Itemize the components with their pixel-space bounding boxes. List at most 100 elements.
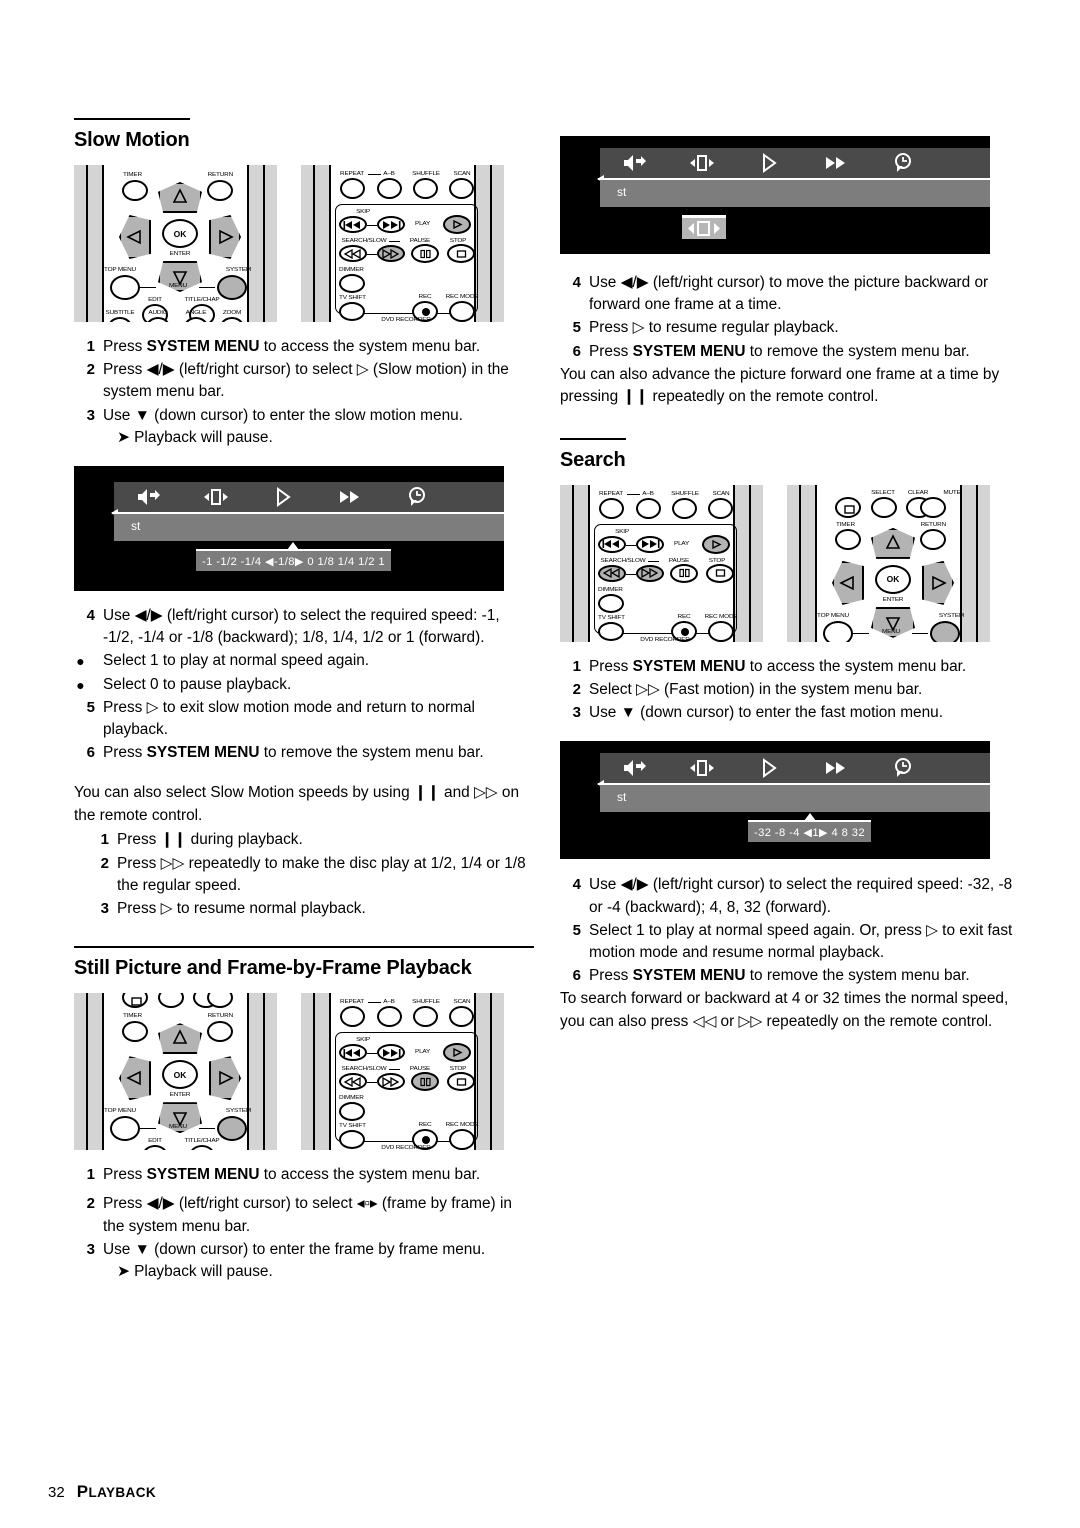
- button-ok[interactable]: OK: [875, 564, 911, 594]
- button-rec-mode[interactable]: [449, 301, 475, 322]
- list-item: 1 Press ❙❙ during playback.: [74, 829, 534, 851]
- button-system[interactable]: [217, 1116, 247, 1142]
- button-select[interactable]: [871, 496, 897, 518]
- button-skip-back[interactable]: [339, 216, 367, 233]
- button-scan[interactable]: [449, 178, 474, 199]
- button-top-menu[interactable]: [110, 1116, 140, 1142]
- frame-by-frame-icon[interactable]: [203, 486, 229, 508]
- button-timer[interactable]: [835, 528, 861, 550]
- button-title-chap[interactable]: [189, 1145, 215, 1151]
- button-dimmer[interactable]: [598, 593, 624, 613]
- button-subtitle[interactable]: [108, 317, 132, 322]
- step-bullet: ●: [76, 676, 85, 693]
- button-repeat[interactable]: [340, 1006, 365, 1028]
- fast-motion-icon[interactable]: [823, 757, 849, 779]
- button-search-back[interactable]: [598, 564, 626, 582]
- time-search-icon[interactable]: [890, 757, 916, 779]
- button-timer[interactable]: [122, 1021, 148, 1043]
- button-standby[interactable]: [122, 993, 148, 1009]
- button-shuffle[interactable]: [413, 1006, 438, 1028]
- button-cursor-left[interactable]: [119, 1056, 151, 1101]
- step-text: Select 0 to pause playback.: [103, 675, 292, 693]
- button-tv-shift[interactable]: [598, 621, 624, 641]
- label-title-chap: TITLE/CHAP: [184, 296, 220, 303]
- audio-icon[interactable]: [136, 486, 162, 508]
- button-pause[interactable]: [670, 563, 698, 583]
- button-return[interactable]: [920, 528, 946, 550]
- button-shuffle[interactable]: [672, 497, 697, 519]
- button-cursor-right[interactable]: [209, 215, 241, 259]
- fast-motion-icon[interactable]: [337, 486, 363, 508]
- button-select[interactable]: [158, 993, 184, 1009]
- button-skip-fwd[interactable]: [377, 216, 405, 233]
- button-tv-shift[interactable]: [339, 302, 365, 321]
- button-ab[interactable]: [636, 497, 661, 519]
- frame-by-frame-icon[interactable]: [689, 152, 715, 174]
- label-rec-mode: REC MODE: [445, 293, 479, 300]
- button-scan[interactable]: [708, 497, 733, 519]
- button-ab[interactable]: [377, 1006, 402, 1028]
- button-cursor-up[interactable]: [158, 182, 202, 213]
- button-pause[interactable]: [411, 244, 439, 263]
- slow-motion-icon[interactable]: [270, 486, 296, 508]
- button-cursor-left[interactable]: [832, 560, 864, 605]
- button-cursor-up[interactable]: [158, 1023, 202, 1055]
- button-stop[interactable]: [447, 244, 475, 263]
- fast-motion-speed-scale[interactable]: -32 -8 -4 ◀1▶ 4 8 32: [748, 813, 872, 843]
- button-play[interactable]: [443, 215, 471, 234]
- time-search-icon[interactable]: [404, 486, 430, 508]
- button-shuffle[interactable]: [413, 178, 438, 199]
- button-play[interactable]: [702, 534, 730, 554]
- button-scan[interactable]: [449, 1006, 474, 1028]
- button-ok[interactable]: OK: [162, 219, 198, 248]
- slow-motion-icon[interactable]: [756, 152, 782, 174]
- button-edit[interactable]: [142, 1145, 168, 1151]
- button-dimmer[interactable]: [339, 274, 365, 293]
- button-skip-fwd[interactable]: [636, 535, 664, 553]
- button-rec-mode[interactable]: [708, 620, 734, 642]
- button-stop[interactable]: [706, 563, 734, 583]
- slow-motion-icon[interactable]: [756, 757, 782, 779]
- button-cursor-right[interactable]: [922, 560, 954, 605]
- osd-status-bar: st: [114, 514, 504, 542]
- step-number: 5: [572, 921, 581, 939]
- button-zoom[interactable]: [220, 317, 244, 322]
- button-search-fwd[interactable]: [636, 564, 664, 582]
- button-top-menu[interactable]: [110, 275, 140, 300]
- remote-illustration-pair-search: REPEAT A–B SHUFFLE SCAN SKIP PLAY SEARCH…: [560, 484, 1020, 642]
- label-dvd-recorder: DVD RECORDER: [640, 636, 690, 642]
- button-search-fwd[interactable]: [377, 245, 405, 262]
- button-system[interactable]: [217, 275, 247, 300]
- frame-by-frame-icon[interactable]: [689, 757, 715, 779]
- fast-motion-icon[interactable]: [823, 152, 849, 174]
- button-system[interactable]: [930, 620, 960, 642]
- label-select: SELECT: [871, 489, 895, 496]
- button-cursor-up[interactable]: [871, 527, 915, 559]
- button-cursor-left[interactable]: [119, 215, 151, 259]
- button-timer[interactable]: [122, 180, 148, 201]
- still-picture-steps: 1 Press SYSTEM MENU to access the system …: [74, 1164, 534, 1283]
- time-search-icon[interactable]: [890, 152, 916, 174]
- button-repeat[interactable]: [340, 178, 365, 199]
- step-text: Use ▼ (down cursor) to enter the frame b…: [103, 1240, 486, 1258]
- button-mute[interactable]: [920, 496, 946, 518]
- button-repeat[interactable]: [599, 497, 624, 519]
- button-rec-mode[interactable]: [449, 1129, 475, 1151]
- button-top-menu[interactable]: [823, 620, 853, 642]
- audio-icon[interactable]: [622, 757, 648, 779]
- button-ok[interactable]: OK: [162, 1060, 198, 1090]
- button-search-back[interactable]: [339, 245, 367, 262]
- label-edit: EDIT: [148, 296, 162, 303]
- slow-motion-speed-scale[interactable]: -1 -1/2 -1/4 ◀-1/8▶ 0 1/8 1/4 1/2 1: [196, 542, 391, 572]
- audio-icon[interactable]: [622, 152, 648, 174]
- frame-by-frame-selected-icon[interactable]: [682, 215, 726, 239]
- button-skip-back[interactable]: [598, 535, 626, 553]
- button-tv-shift[interactable]: [339, 1130, 365, 1150]
- button-return[interactable]: [207, 1021, 233, 1043]
- label-return: RETURN: [920, 521, 947, 528]
- list-item: ● Select 1 to play at normal speed again.: [74, 650, 534, 672]
- button-ab[interactable]: [377, 178, 402, 199]
- button-return[interactable]: [207, 180, 233, 201]
- button-cursor-right[interactable]: [209, 1056, 241, 1101]
- button-standby[interactable]: [835, 496, 861, 518]
